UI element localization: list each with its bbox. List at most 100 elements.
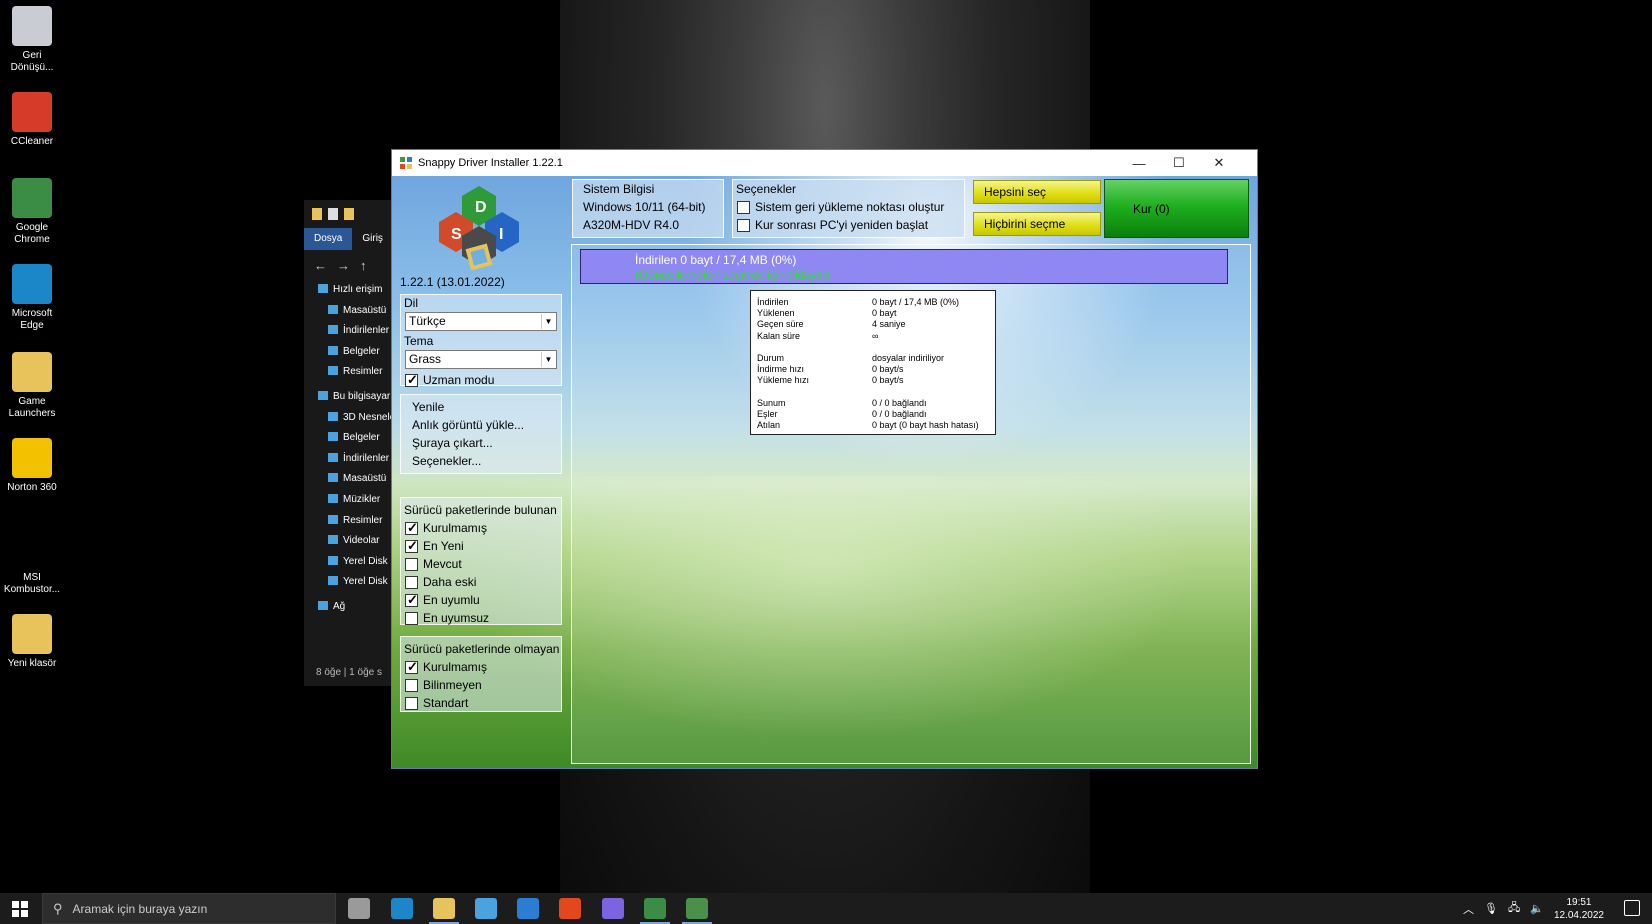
- mail-icon[interactable]: [517, 898, 539, 919]
- chevron-up-icon[interactable]: ︿: [1463, 901, 1474, 917]
- tree-item-label: Müzikler: [343, 493, 381, 505]
- sdi-window[interactable]: Snappy Driver Installer 1.22.1 — ☐ ✕ D S…: [391, 149, 1258, 769]
- clock[interactable]: 19:51 12.04.2022: [1554, 896, 1604, 922]
- new-folder-icon[interactable]: [344, 208, 354, 220]
- filter-checkbox[interactable]: Mevcut: [401, 555, 561, 573]
- desktop-icon[interactable]: Yeni klasör: [2, 614, 62, 670]
- title-bar[interactable]: Snappy Driver Installer 1.22.1 — ☐ ✕: [392, 150, 1257, 176]
- checkbox-box[interactable]: [405, 557, 418, 571]
- install-button[interactable]: Kur (0): [1104, 179, 1249, 238]
- system-info-panel[interactable]: Sistem Bilgisi Windows 10/11 (64-bit) A3…: [572, 179, 724, 238]
- desktop-icon[interactable]: CCleaner: [2, 92, 62, 148]
- tree-item[interactable]: Videolar: [304, 531, 394, 552]
- svg-text:S: S: [451, 226, 462, 243]
- store-icon[interactable]: [475, 898, 497, 919]
- office-icon[interactable]: [559, 898, 581, 919]
- file-explorer-window[interactable]: Dosya Giriş ← → ↑ Hızlı erişim Masaüstü İn…: [304, 200, 394, 686]
- theme-select[interactable]: Grass ▼: [405, 350, 557, 369]
- desktop-icon[interactable]: Norton 360: [2, 438, 62, 494]
- chrome-icon[interactable]: [644, 898, 666, 919]
- filter-checkbox[interactable]: En uyumsuz: [401, 609, 561, 627]
- checkbox-box[interactable]: [405, 611, 418, 625]
- filter-checkbox[interactable]: Kurulmamış: [401, 519, 561, 537]
- menu-load-snapshot[interactable]: Anlık görüntü yükle...: [401, 416, 561, 434]
- tree-item[interactable]: Yerel Disk: [304, 552, 394, 573]
- select-all-button[interactable]: Hepsini seç: [973, 180, 1101, 204]
- tree-item[interactable]: Müzikler: [304, 490, 394, 511]
- stats-spacer: [757, 342, 995, 353]
- discord-icon[interactable]: [602, 898, 624, 919]
- menu-refresh[interactable]: Yenile: [401, 398, 561, 416]
- stats-key: Sunum: [757, 397, 786, 408]
- filter-checkbox[interactable]: Standart: [401, 694, 561, 712]
- file-explorer-icon[interactable]: [433, 898, 455, 919]
- checkbox-box[interactable]: [737, 218, 750, 232]
- chevron-down-icon[interactable]: ▼: [541, 352, 555, 367]
- checkbox-box[interactable]: [405, 538, 418, 554]
- driver-list-area[interactable]: İndirilen 0 bayt / 17,4 MB (0%) (Güncell…: [571, 244, 1251, 764]
- filter-checkbox[interactable]: Bilinmeyen: [401, 676, 561, 694]
- language-select[interactable]: Türkçe ▼: [405, 312, 557, 331]
- volume-icon[interactable]: 🔈: [1530, 902, 1544, 915]
- tree-item[interactable]: İndirilenler: [304, 449, 394, 470]
- language-value: Türkçe: [409, 314, 446, 328]
- notification-icon[interactable]: [1624, 900, 1640, 916]
- maximize-button[interactable]: ☐: [1159, 150, 1199, 176]
- tree-item[interactable]: Masaüstü: [304, 301, 394, 322]
- tree-item[interactable]: Hızlı erişim: [304, 280, 394, 301]
- desktop-icon[interactable]: MSI Kombustor...: [2, 528, 62, 596]
- task-view-icon[interactable]: [348, 898, 370, 919]
- download-progress-bar[interactable]: İndirilen 0 bayt / 17,4 MB (0%) (Güncell…: [580, 249, 1228, 284]
- restore-point-checkbox[interactable]: Sistem geri yükleme noktası oluştur: [733, 198, 964, 216]
- desktop-icon[interactable]: Microsoft Edge: [2, 264, 62, 332]
- tree-item[interactable]: Resimler: [304, 511, 394, 532]
- properties-icon[interactable]: [328, 208, 338, 220]
- taskbar-search[interactable]: ⚲ Aramak için buraya yazın: [42, 893, 336, 924]
- tree-item[interactable]: 3D Nesneler: [304, 408, 394, 429]
- filter-checkbox[interactable]: Kurulmamış: [401, 658, 561, 676]
- microphone-icon[interactable]: 🎙: [1484, 902, 1498, 915]
- checkbox-box[interactable]: [405, 575, 418, 589]
- tree-item[interactable]: Bu bilgisayar: [304, 387, 394, 408]
- tree-item[interactable]: Masaüstü: [304, 469, 394, 490]
- select-none-button[interactable]: Hiçbirini seçme: [973, 212, 1101, 236]
- filter-checkbox[interactable]: En Yeni: [401, 537, 561, 555]
- checkbox-box[interactable]: [405, 592, 418, 608]
- menu-options[interactable]: Seçenekler...: [401, 452, 561, 470]
- desktop-icon[interactable]: Google Chrome: [2, 178, 62, 246]
- desktop-icon[interactable]: Game Launchers: [2, 352, 62, 420]
- minimize-button[interactable]: —: [1119, 150, 1159, 176]
- desktop-icon[interactable]: Geri Dönüşü...: [2, 6, 62, 74]
- forward-arrow-icon[interactable]: →: [337, 258, 350, 273]
- tree-item[interactable]: Belgeler: [304, 428, 394, 449]
- menu-extract-to[interactable]: Şuraya çıkart...: [401, 434, 561, 452]
- chevron-down-icon[interactable]: ▼: [541, 314, 555, 329]
- checkbox-box[interactable]: [405, 520, 418, 536]
- restart-checkbox[interactable]: Kur sonrası PC'yi yeniden başlat: [733, 216, 964, 234]
- filter-checkbox[interactable]: Daha eski: [401, 573, 561, 591]
- close-button[interactable]: ✕: [1199, 150, 1239, 176]
- sdi-icon[interactable]: [686, 898, 708, 919]
- network-icon[interactable]: 🖧: [1508, 899, 1520, 918]
- up-arrow-icon[interactable]: ↑: [360, 258, 367, 273]
- start-button[interactable]: [0, 893, 40, 924]
- checkbox-box[interactable]: [405, 696, 418, 710]
- checkbox-box[interactable]: [405, 659, 418, 675]
- folder-icon: [318, 390, 328, 400]
- found-section-title: Sürücü paketlerinde bulunan: [404, 503, 557, 517]
- tree-item[interactable]: Ağ: [304, 597, 394, 618]
- expert-mode-checkbox[interactable]: Uzman modu: [401, 371, 561, 389]
- checkbox-box[interactable]: [405, 678, 418, 692]
- filter-checkbox[interactable]: En uyumlu: [401, 591, 561, 609]
- tab-giris[interactable]: Giriş: [352, 228, 393, 250]
- back-arrow-icon[interactable]: ←: [314, 258, 327, 273]
- tree-item[interactable]: Belgeler: [304, 342, 394, 363]
- tree-item[interactable]: İndirilenler: [304, 321, 394, 342]
- edge-icon[interactable]: [391, 898, 413, 919]
- checkbox-box[interactable]: [737, 200, 750, 214]
- tab-dosya[interactable]: Dosya: [304, 228, 353, 250]
- filter-label: En uyumlu: [423, 593, 480, 607]
- tree-item[interactable]: Yerel Disk: [304, 572, 394, 593]
- checkbox-box[interactable]: [405, 372, 418, 388]
- tree-item[interactable]: Resimler: [304, 362, 394, 383]
